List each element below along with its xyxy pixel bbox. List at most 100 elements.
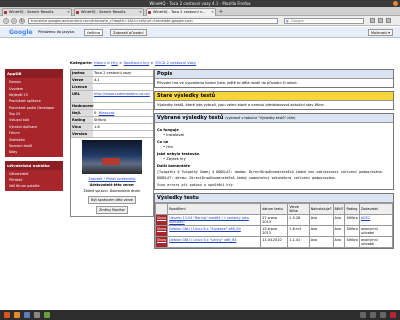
table-cell: 27 srpna 2013 bbox=[260, 214, 289, 226]
info-value: 0 Hlasovat bbox=[93, 110, 153, 116]
log-line: [Twigathy @ Twigathy Game] $ DODELAT: do… bbox=[157, 170, 384, 174]
sidebar-appdb-menu: Domov Úvodem Nejlepší 25 Procházet aplik… bbox=[5, 78, 63, 157]
show-link[interactable]: Show bbox=[157, 216, 166, 220]
close-tab-icon[interactable]: ✕ bbox=[139, 10, 142, 14]
download-icon[interactable] bbox=[370, 18, 375, 23]
show-link[interactable]: Show bbox=[157, 238, 166, 242]
what-not-works-label: Co ne bbox=[157, 140, 169, 144]
test-results-title: Výsledky testu bbox=[155, 194, 393, 203]
description-text: Původní hra ve vyprodeno balení jista, j… bbox=[157, 81, 298, 85]
language-select[interactable]: čeština bbox=[84, 29, 103, 36]
old-results-warning: Staré výsledky testů Výsledky testů, kte… bbox=[154, 91, 394, 110]
ubuntu-logo-icon[interactable] bbox=[393, 1, 398, 6]
new-tab-button[interactable]: + bbox=[218, 9, 224, 15]
show-cell[interactable]: Show bbox=[154, 214, 169, 226]
homepage-link[interactable]: http://www.codemasters.co.uk/ bbox=[94, 92, 150, 96]
files-icon[interactable] bbox=[24, 312, 30, 318]
google-search-icon: g bbox=[286, 19, 289, 23]
vote-link[interactable]: Hlasovat bbox=[99, 111, 115, 115]
app-info-panel: Jméno Toca 2 cestovní vozy Verze 4.1 Lic… bbox=[70, 69, 154, 217]
table-cell: Ano bbox=[308, 214, 334, 226]
clock-icon[interactable] bbox=[380, 312, 386, 318]
info-key: Hodnocení bbox=[71, 103, 94, 109]
options-button[interactable]: Možnosti ▾ bbox=[368, 29, 393, 36]
sidebar-user-menu: Uživatelské Přihlásit Váš fórum položte bbox=[5, 169, 63, 191]
breadcrumb-games[interactable]: Hry bbox=[111, 60, 118, 65]
selected-results-subtitle: (vybrané v tabulce "Výsledky testů" níže… bbox=[225, 116, 296, 120]
url-field[interactable]: translate.googleusercontent.com/translat… bbox=[28, 18, 278, 24]
table-cell: 1.5.26 bbox=[287, 214, 310, 226]
tab-toca2[interactable]: WineHQ - Toca 2 cestovní v... ✕ bbox=[146, 8, 216, 16]
dash-icon[interactable] bbox=[4, 312, 10, 318]
info-key: Jméno bbox=[71, 70, 93, 76]
forward-button[interactable]: › bbox=[11, 18, 17, 24]
test-results-section: Výsledky testu Rozdělení datum testu Ver… bbox=[154, 193, 394, 249]
winehq-favicon-icon bbox=[4, 11, 7, 14]
distro-link[interactable]: Ubuntu 13.04 "Raring" amd64 (+ varianty … bbox=[169, 216, 249, 224]
table-cell: Ano bbox=[332, 236, 346, 248]
table-cell: Ano bbox=[332, 214, 346, 226]
become-maintainer-button[interactable]: Být správcem této verze bbox=[88, 196, 136, 204]
table-cell: Ano bbox=[308, 236, 334, 248]
table-row: Show Ubuntu 13.04 "Raring" amd64 (+ vari… bbox=[154, 214, 394, 226]
table-cell: Ano bbox=[332, 225, 346, 237]
game-screenshot[interactable] bbox=[82, 140, 142, 174]
breadcrumb-main[interactable]: Hlavní bbox=[94, 60, 106, 65]
sidebar-item[interactable]: Kódy bbox=[5, 149, 63, 155]
distro-link[interactable]: Debian GNU / Linux 5.x "Lenny" x86_64 bbox=[169, 238, 236, 242]
winehq-favicon-icon bbox=[148, 11, 151, 14]
firefox-icon[interactable] bbox=[14, 312, 20, 318]
sidebar: AppDB Domov Úvodem Nejlepší 25 Procházet… bbox=[5, 69, 63, 191]
info-row-name: Jméno Toca 2 cestovní vozy bbox=[71, 70, 153, 77]
info-value: 1.6 bbox=[94, 125, 100, 129]
show-cell[interactable]: Show bbox=[154, 225, 169, 237]
winehq-favicon-icon bbox=[76, 11, 79, 14]
menu-icon[interactable] bbox=[386, 18, 391, 23]
table-header: Verze Wine bbox=[287, 203, 310, 215]
info-key: URL bbox=[71, 91, 93, 102]
table-header: datum testu bbox=[260, 203, 289, 215]
info-row-license: Licence bbox=[71, 84, 153, 91]
close-tab-icon[interactable]: ✕ bbox=[67, 10, 70, 14]
table-header: Zadavatel bbox=[358, 203, 394, 215]
terminal-icon[interactable] bbox=[34, 312, 40, 318]
info-value bbox=[93, 131, 153, 137]
tab-bar: WineHQ - Search Results ✕ WineHQ - Searc… bbox=[0, 7, 400, 16]
power-icon[interactable] bbox=[390, 312, 396, 318]
tab-search-results-2[interactable]: WineHQ - Search Results ✕ bbox=[74, 8, 144, 16]
table-cell: 1.6-rc5 bbox=[287, 225, 310, 237]
close-tab-icon[interactable]: ✕ bbox=[211, 10, 214, 14]
info-value: Stříbro bbox=[94, 118, 107, 122]
app-icon[interactable] bbox=[44, 312, 50, 318]
breadcrumb-sports[interactable]: Sportovní hry bbox=[124, 60, 150, 65]
table-cell: Ano bbox=[308, 225, 334, 237]
monitor-changes-button[interactable]: Změny Monitor bbox=[96, 206, 128, 214]
volume-icon[interactable] bbox=[370, 312, 376, 318]
show-cell[interactable]: Show bbox=[154, 236, 169, 248]
breadcrumb-toca[interactable]: TOCA 2 cestovní vozy bbox=[155, 60, 196, 65]
back-button[interactable]: ‹ bbox=[3, 18, 9, 24]
add-screenshot-link[interactable]: Zobrazit / Přidat screenshot bbox=[89, 177, 136, 181]
tab-search-results-1[interactable]: WineHQ - Search Results ✕ bbox=[2, 8, 72, 16]
home-icon[interactable] bbox=[378, 18, 383, 23]
description-title: Popis bbox=[155, 70, 393, 79]
info-row-votes: Nejl. 0 Hlasovat bbox=[71, 110, 153, 117]
selected-results-body: Co funguje • instalovat Co ne • Hra Jaké… bbox=[155, 123, 393, 189]
info-row-rating: Rating Stříbro bbox=[71, 117, 153, 124]
votes-count: 0 bbox=[94, 111, 97, 115]
table-cell: 15 srpna 2013 bbox=[260, 225, 289, 237]
navigation-bar: ‹ › ↻ translate.googleusercontent.com/tr… bbox=[0, 16, 400, 26]
sidebar-item[interactable]: Váš fórum položte bbox=[5, 183, 63, 189]
search-field[interactable]: g Google bbox=[284, 18, 364, 24]
distro-link[interactable]: Debian GNU / Linux 6.x "Squeeze" x86_64 bbox=[169, 227, 241, 231]
os-top-bar: WineHQ - Toca 2 cestovní vozy 4.1 - Mozi… bbox=[0, 0, 400, 7]
show-link[interactable]: Show bbox=[157, 227, 166, 231]
network-icon[interactable] bbox=[360, 312, 366, 318]
log-line: Vino errors při pokusu o spuštění hry. bbox=[157, 183, 235, 187]
test-results-table: Rozdělení datum testu Verze Wine Nainsta… bbox=[154, 203, 394, 248]
table-header: Rating bbox=[344, 203, 360, 215]
table-cell: Debian GNU / Linux 5.x "Lenny" x86_64 bbox=[167, 236, 262, 248]
reload-button[interactable]: ↻ bbox=[19, 18, 25, 24]
submitter-link[interactable]: ADEC bbox=[361, 216, 370, 220]
show-original-button[interactable]: Zobrazit původní bbox=[110, 29, 147, 36]
